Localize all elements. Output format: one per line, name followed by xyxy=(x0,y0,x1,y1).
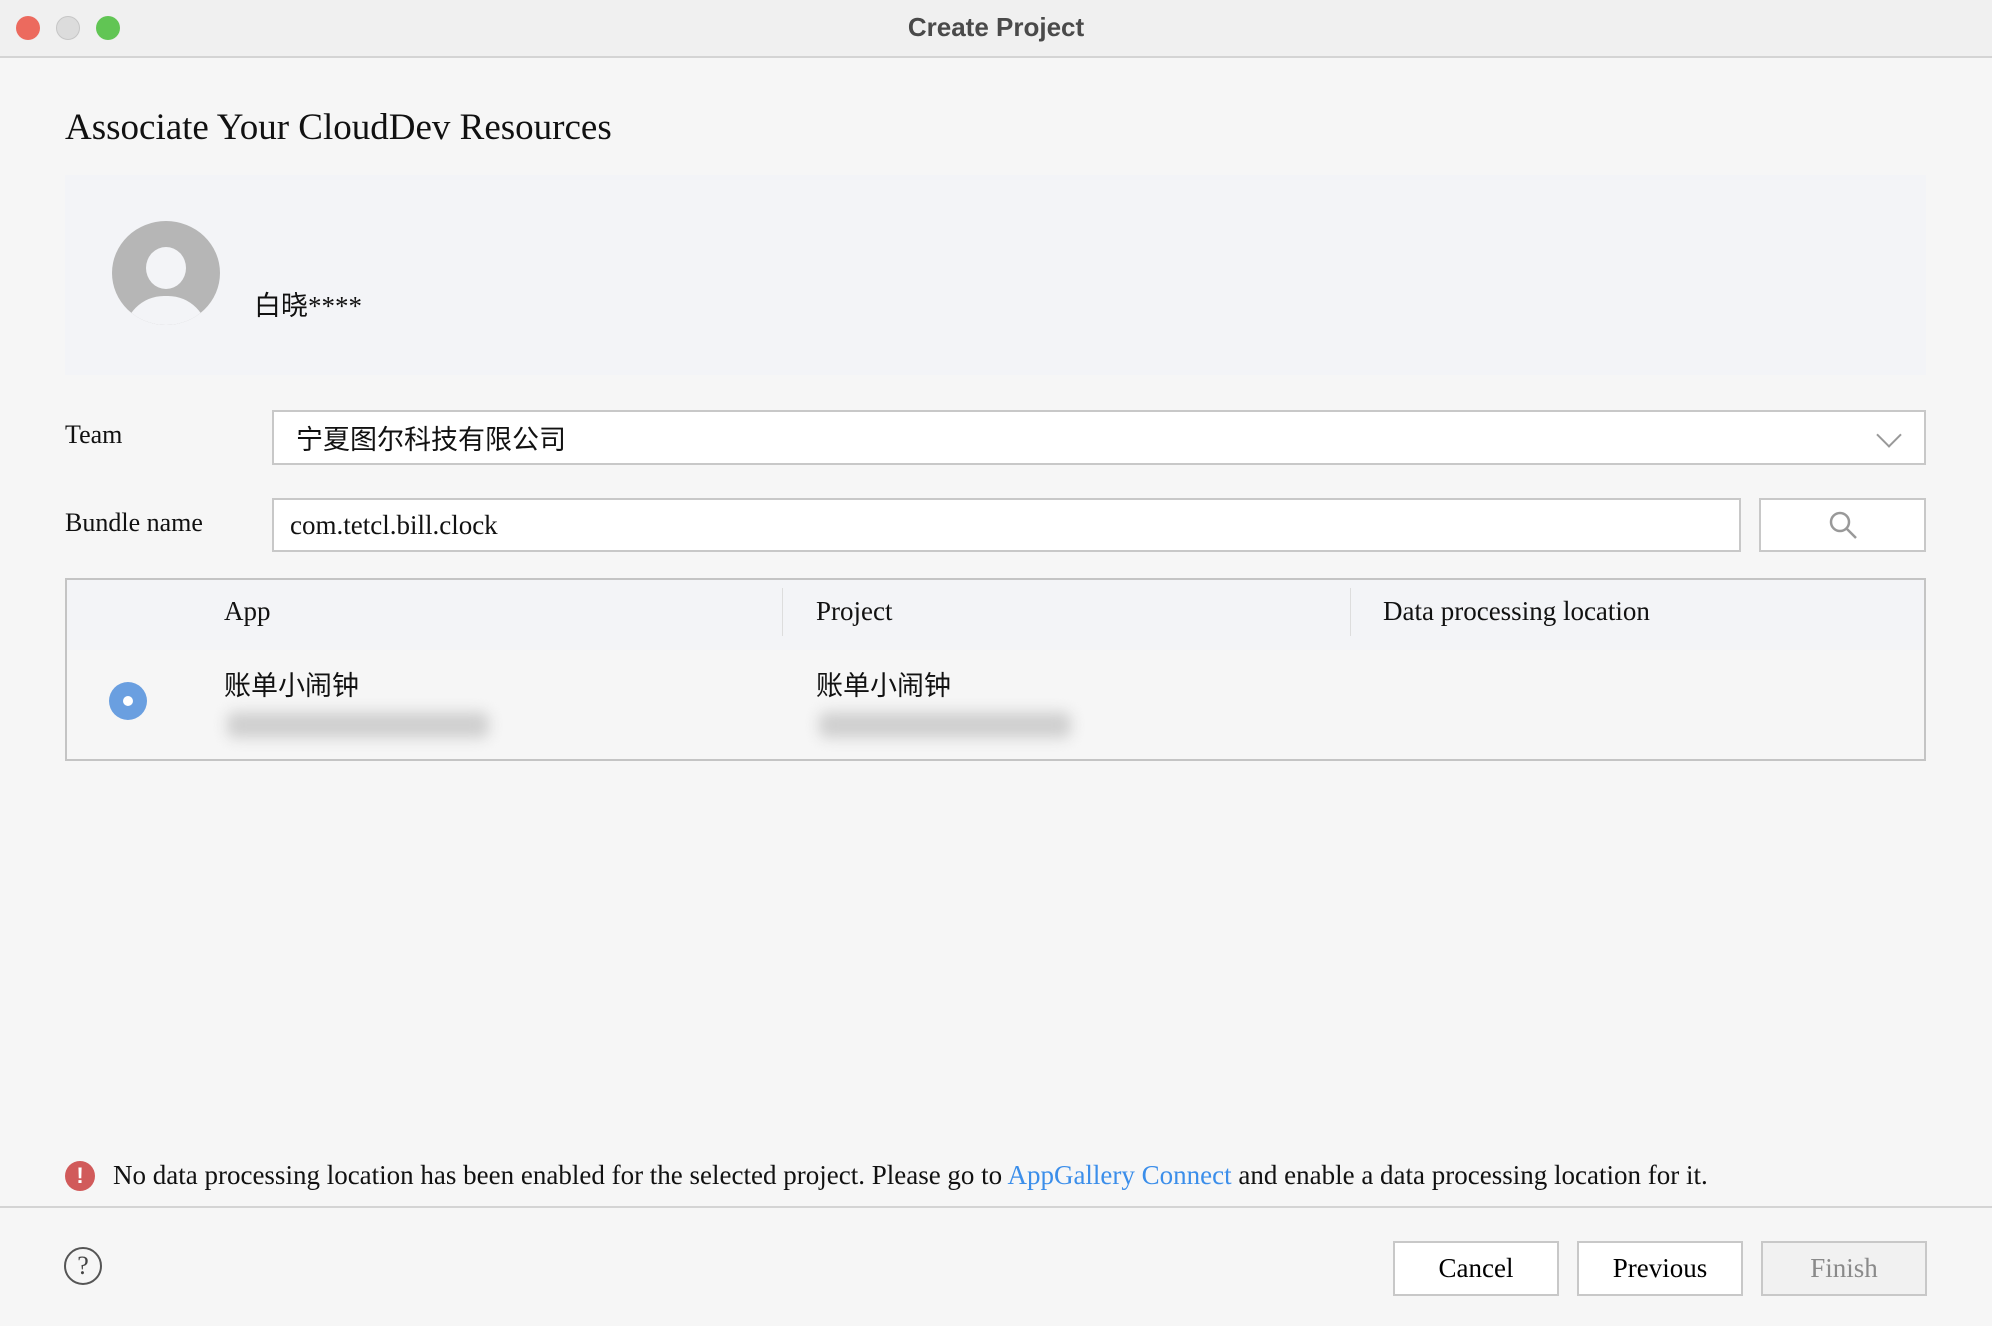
team-value: 宁夏图尔科技有限公司 xyxy=(296,425,566,455)
bundle-name-value: com.tetcl.bill.clock xyxy=(290,509,498,540)
team-label: Team xyxy=(65,420,123,449)
footer-divider xyxy=(0,1206,1992,1208)
row-select-radio[interactable] xyxy=(109,682,147,720)
search-icon xyxy=(1829,511,1857,539)
column-divider xyxy=(1350,588,1351,636)
bundle-name-label: Bundle name xyxy=(65,508,203,537)
bundle-name-input[interactable]: com.tetcl.bill.clock xyxy=(272,498,1741,552)
previous-button[interactable]: Previous xyxy=(1577,1241,1743,1296)
cancel-button[interactable]: Cancel xyxy=(1393,1241,1559,1296)
window-title: Create Project xyxy=(907,12,1085,42)
page-title: Associate Your CloudDev Resources xyxy=(65,107,612,148)
app-name: 账单小闹钟 xyxy=(224,671,359,701)
team-select[interactable]: 宁夏图尔科技有限公司 xyxy=(272,410,1926,465)
warning-text-before: No data processing location has been ena… xyxy=(113,1160,1008,1190)
user-name: 白晓**** xyxy=(254,291,362,321)
warning-text: No data processing location has been ena… xyxy=(113,1160,1708,1191)
avatar xyxy=(112,221,220,325)
redacted-project-id xyxy=(819,712,1071,738)
help-icon[interactable]: ? xyxy=(64,1247,102,1285)
warning-message: ! No data processing location has been e… xyxy=(65,1160,1708,1191)
account-panel xyxy=(65,175,1926,375)
column-divider xyxy=(782,588,783,636)
search-button[interactable] xyxy=(1759,498,1926,552)
finish-button[interactable]: Finish xyxy=(1761,1241,1927,1296)
project-name: 账单小闹钟 xyxy=(816,671,951,701)
error-icon: ! xyxy=(65,1160,95,1191)
resource-table: App Project Data processing location 账单小… xyxy=(65,578,1926,761)
chevron-down-icon xyxy=(1876,422,1902,448)
column-header-project: Project xyxy=(816,596,893,626)
warning-text-after: and enable a data processing location fo… xyxy=(1231,1160,1708,1190)
redacted-app-id xyxy=(227,712,489,738)
column-header-location: Data processing location xyxy=(1383,596,1650,626)
column-header-app: App xyxy=(224,596,271,626)
appgallery-connect-link[interactable]: AppGallery Connect xyxy=(1007,1160,1231,1190)
